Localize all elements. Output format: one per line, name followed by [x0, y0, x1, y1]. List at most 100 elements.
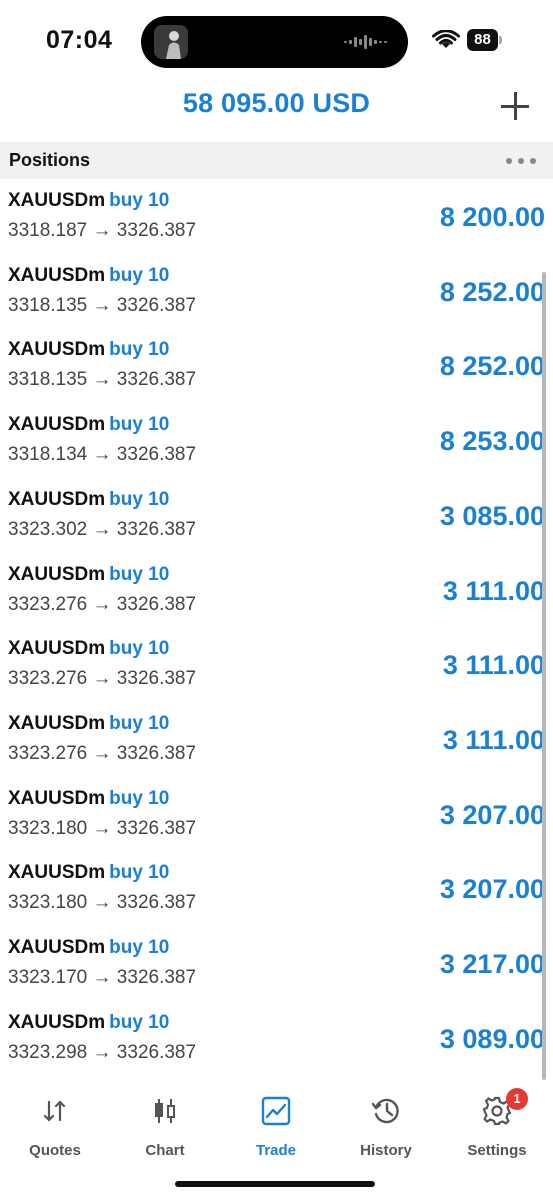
- position-row[interactable]: XAUUSDm buy 10 3323.298 → 3326.387 3 089.00: [0, 1002, 553, 1077]
- symbol-line: XAUUSDm buy 10: [8, 190, 169, 212]
- position-profit: 3 111.00: [442, 650, 545, 681]
- position-prices: 3323.302 → 3326.387: [8, 518, 197, 540]
- symbol-line: XAUUSDm buy 10: [8, 638, 169, 660]
- position-row[interactable]: XAUUSDm buy 10 3323.170 → 3326.387 3 217.00: [0, 927, 553, 1002]
- position-profit: 3 111.00: [442, 724, 545, 755]
- symbol-line: XAUUSDm buy 10: [8, 788, 169, 810]
- position-side: buy 10: [109, 264, 170, 286]
- battery-icon: 88: [467, 29, 503, 51]
- position-symbol: XAUUSDm: [8, 937, 106, 958]
- position-symbol: XAUUSDm: [8, 190, 106, 211]
- wifi-icon: [432, 30, 460, 48]
- positions-section-header: Positions: [0, 142, 553, 179]
- position-side: buy 10: [109, 563, 170, 585]
- position-profit: 8 253.00: [439, 426, 545, 457]
- dynamic-island[interactable]: [141, 16, 408, 68]
- clock-time: 07:04: [46, 26, 113, 54]
- position-row[interactable]: XAUUSDm buy 10 3323.276 → 3326.387 3 111.00: [0, 703, 553, 778]
- symbol-line: XAUUSDm buy 10: [8, 713, 169, 735]
- position-prices: 3323.170 → 3326.387: [8, 967, 197, 988]
- position-symbol: XAUUSDm: [8, 563, 106, 585]
- status-bar: 07:04 88: [0, 0, 553, 82]
- position-profit: 3 111.00: [442, 575, 545, 606]
- more-options-icon[interactable]: [506, 158, 536, 164]
- position-row[interactable]: XAUUSDm buy 10 3318.135 → 3326.387 8 252.00: [0, 329, 553, 404]
- position-row[interactable]: XAUUSDm buy 10 3318.135 → 3326.387 8 252.00: [0, 255, 553, 330]
- position-prices: 3318.187 → 3326.387: [8, 220, 197, 241]
- position-side: buy 10: [109, 488, 170, 510]
- position-symbol: XAUUSDm: [8, 712, 106, 734]
- position-side: buy 10: [109, 190, 170, 211]
- tab-quotes[interactable]: Quotes: [5, 1092, 105, 1162]
- symbol-line: XAUUSDm buy 10: [8, 1012, 169, 1034]
- chart-icon: [155, 1099, 175, 1123]
- position-symbol: XAUUSDm: [8, 488, 106, 510]
- symbol-line: XAUUSDm buy 10: [8, 265, 169, 287]
- tab-trade[interactable]: Trade: [226, 1092, 326, 1162]
- audio-wave-icon: [344, 35, 387, 49]
- position-row[interactable]: XAUUSDm buy 10 3323.180 → 3326.387 3 207.00: [0, 778, 553, 853]
- position-symbol: XAUUSDm: [8, 1011, 106, 1033]
- battery-tip: [499, 36, 502, 44]
- position-prices: 3318.135 → 3326.387: [8, 294, 197, 316]
- position-profit: 8 252.00: [439, 351, 545, 382]
- position-profit: 8 252.00: [439, 276, 545, 307]
- position-side: buy 10: [109, 712, 170, 734]
- position-symbol: XAUUSDm: [8, 414, 106, 436]
- quotes-icon: [43, 1100, 66, 1122]
- position-prices: 3323.276 → 3326.387: [8, 668, 197, 690]
- position-prices: 3323.276 → 3326.387: [8, 593, 197, 615]
- position-side: buy 10: [109, 787, 170, 809]
- position-row[interactable]: XAUUSDm buy 10 3323.276 → 3326.387 3 111.00: [0, 628, 553, 703]
- position-side: buy 10: [109, 1011, 170, 1033]
- position-prices: 3323.298 → 3326.387: [8, 1041, 197, 1063]
- position-row[interactable]: XAUUSDm buy 10 3318.134 → 3326.387 8 253.00: [0, 404, 553, 479]
- tab-history[interactable]: History: [336, 1092, 436, 1162]
- position-prices: 3318.135 → 3326.387: [8, 369, 197, 391]
- position-prices: 3323.276 → 3326.387: [8, 742, 197, 764]
- add-order-button[interactable]: [500, 92, 530, 122]
- position-symbol: XAUUSDm: [8, 339, 106, 361]
- position-side: buy 10: [109, 414, 170, 436]
- position-side: buy 10: [109, 638, 170, 660]
- position-row[interactable]: XAUUSDm buy 10 3323.180 → 3326.387 3 207.00: [0, 852, 553, 927]
- position-prices: 3323.180 → 3326.387: [8, 892, 197, 914]
- tab-label: Settings: [467, 1142, 527, 1159]
- tab-label: Trade: [255, 1142, 297, 1159]
- trade-icon: [261, 1096, 291, 1126]
- position-side: buy 10: [109, 937, 170, 958]
- position-profit: 3 085.00: [439, 500, 545, 531]
- position-symbol: XAUUSDm: [8, 638, 106, 660]
- home-indicator[interactable]: [175, 1181, 375, 1187]
- history-icon: [371, 1098, 399, 1124]
- symbol-line: XAUUSDm buy 10: [8, 339, 169, 361]
- position-symbol: XAUUSDm: [8, 862, 106, 884]
- position-prices: 3318.134 → 3326.387: [8, 444, 197, 466]
- tab-label: History: [360, 1142, 412, 1159]
- position-prices: 3323.180 → 3326.387: [8, 817, 197, 839]
- position-profit: 8 200.00: [439, 202, 545, 232]
- symbol-line: XAUUSDm buy 10: [8, 414, 169, 436]
- position-symbol: XAUUSDm: [8, 787, 106, 809]
- tab-label: Chart: [145, 1142, 185, 1159]
- symbol-line: XAUUSDm buy 10: [8, 489, 169, 511]
- symbol-line: XAUUSDm buy 10: [8, 564, 169, 586]
- tab-label: Quotes: [29, 1142, 81, 1159]
- position-row[interactable]: XAUUSDm buy 10 3323.302 → 3326.387 3 085.00: [0, 479, 553, 554]
- tab-settings[interactable]: 1 Settings: [447, 1088, 547, 1162]
- position-side: buy 10: [109, 339, 170, 361]
- settings-badge: 1: [506, 1088, 528, 1110]
- tab-chart[interactable]: Chart: [115, 1092, 215, 1162]
- position-profit: 3 089.00: [439, 1023, 545, 1054]
- position-profit: 3 207.00: [439, 874, 545, 905]
- position-symbol: XAUUSDm: [8, 264, 106, 286]
- symbol-line: XAUUSDm buy 10: [8, 862, 169, 884]
- position-row[interactable]: XAUUSDm buy 10 3318.187 → 3326.387 8 200.00: [0, 180, 553, 255]
- scrollbar[interactable]: [542, 272, 546, 1080]
- position-row[interactable]: XAUUSDm buy 10 3323.276 → 3326.387 3 111.00: [0, 554, 553, 629]
- symbol-line: XAUUSDm buy 10: [8, 937, 169, 959]
- account-balance: 58 095.00 USD: [182, 88, 371, 118]
- battery-level: 88: [467, 29, 498, 51]
- position-side: buy 10: [109, 862, 170, 884]
- section-title: Positions: [9, 150, 91, 170]
